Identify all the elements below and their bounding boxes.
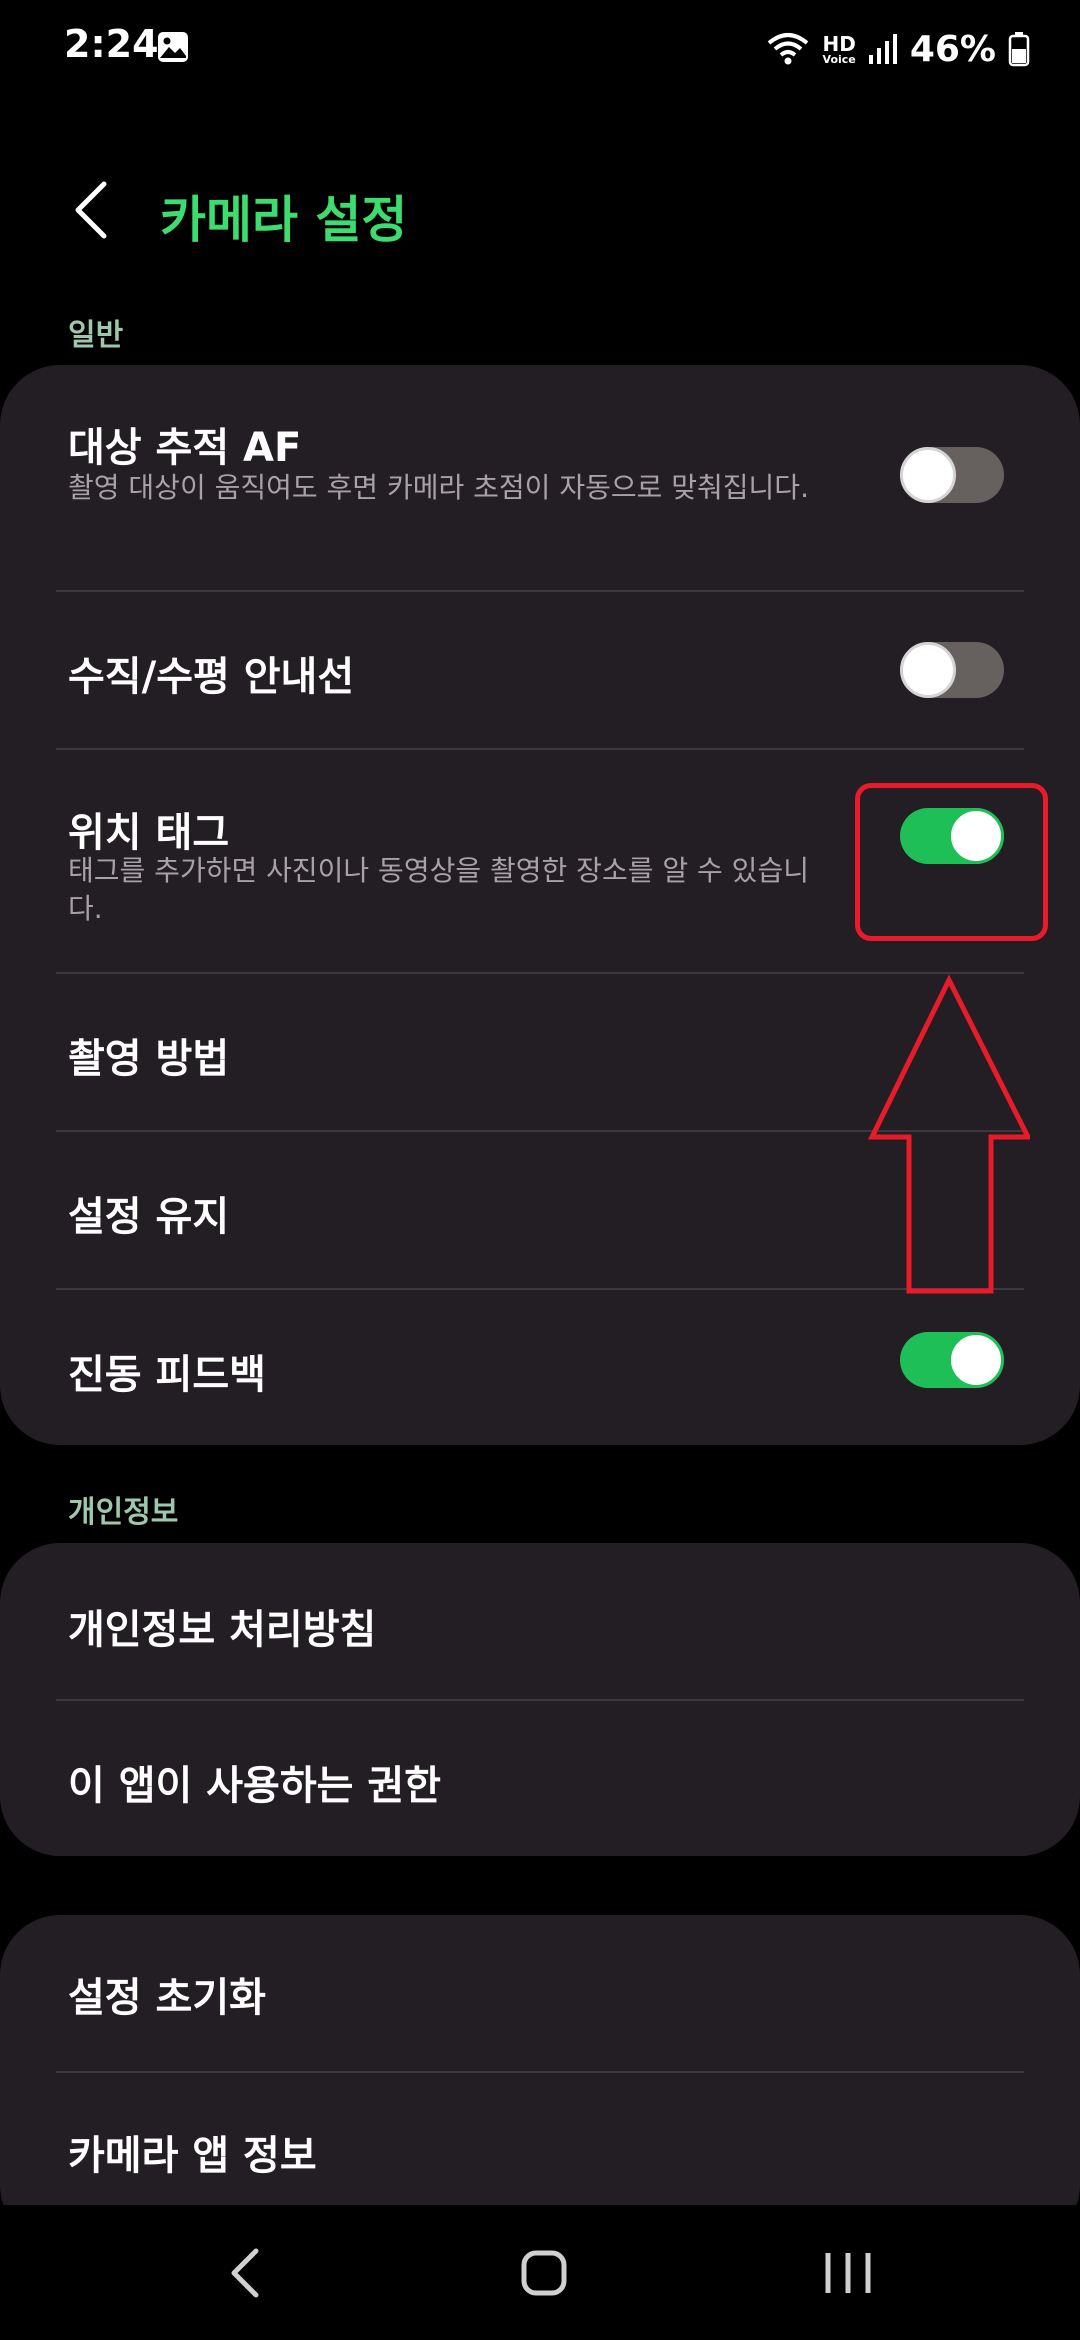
vibration-feedback-toggle[interactable]: [900, 1332, 1004, 1388]
gallery-icon: [158, 32, 188, 62]
setting-title: 이 앱이 사용하는 권한: [68, 1763, 441, 1809]
setting-title: 카메라 앱 정보: [68, 2133, 317, 2179]
setting-title: 설정 초기화: [68, 1975, 266, 2021]
voice-label: Voice: [822, 52, 856, 66]
other-settings-card: 설정 초기화 카메라 앱 정보: [0, 1915, 1080, 2245]
setting-privacy-policy[interactable]: 개인정보 처리방침: [0, 1543, 1080, 1699]
status-icons: HD Voice 46%: [766, 24, 1030, 74]
tracking-af-toggle[interactable]: [900, 447, 1004, 503]
signal-icon: [868, 34, 897, 64]
hd-voice-indicator: HD Voice: [822, 34, 855, 65]
annotation-arrow-up-icon: [867, 975, 1030, 1294]
status-bar: 2:24 HD Voice 46%: [0, 0, 1080, 100]
section-label-general: 일반: [68, 318, 124, 353]
guide-lines-toggle[interactable]: [900, 642, 1004, 698]
toggle-knob: [900, 447, 956, 503]
page-title: 카메라 설정: [160, 191, 408, 249]
wifi-icon: [768, 33, 809, 65]
chevron-left-icon[interactable]: [62, 178, 122, 242]
setting-description: 촬영 대상이 움직여도 후면 카메라 초점이 자동으로 맞춰집니다.: [68, 471, 809, 504]
back-nav-icon[interactable]: [206, 2235, 286, 2311]
setting-title: 개인정보 처리방침: [68, 1607, 377, 1653]
setting-vibration-feedback[interactable]: 진동 피드백: [0, 1290, 1080, 1445]
annotation-highlight-box: [855, 783, 1048, 941]
hd-label: HD: [822, 31, 856, 56]
navigation-bar: [0, 2205, 1080, 2340]
home-nav-icon[interactable]: [504, 2235, 584, 2311]
toggle-knob: [948, 1332, 1004, 1388]
status-time: 2:24: [64, 22, 159, 66]
camera-settings-screen: 2:24 HD Voice 46% 카메라 설정 일반 대상 추적 AF 촬영 …: [0, 0, 1080, 2340]
setting-title: 진동 피드백: [68, 1352, 266, 1398]
setting-title: 위치 태그: [68, 810, 230, 856]
setting-title: 설정 유지: [68, 1194, 230, 1240]
setting-app-permissions[interactable]: 이 앱이 사용하는 권한: [0, 1701, 1080, 1856]
setting-guide-lines[interactable]: 수직/수평 안내선: [0, 592, 1080, 748]
privacy-settings-card: 개인정보 처리방침 이 앱이 사용하는 권한: [0, 1543, 1080, 1856]
setting-tracking-af[interactable]: 대상 추적 AF 촬영 대상이 움직여도 후면 카메라 초점이 자동으로 맞춰집…: [0, 365, 1080, 590]
recents-nav-icon[interactable]: [808, 2235, 888, 2311]
section-label-privacy: 개인정보: [68, 1495, 179, 1530]
setting-reset[interactable]: 설정 초기화: [0, 1915, 1080, 2071]
setting-title: 수직/수평 안내선: [68, 654, 355, 700]
battery-percent: 46%: [909, 28, 996, 70]
setting-description: 태그를 추가하면 사진이나 동영상을 촬영한 장소를 알 수 있습니다.: [68, 854, 809, 925]
app-header: 카메라 설정: [0, 160, 1080, 260]
toggle-knob: [900, 642, 956, 698]
battery-icon: [1008, 32, 1030, 67]
setting-title: 촬영 방법: [68, 1036, 230, 1082]
setting-title: 대상 추적 AF: [68, 425, 302, 471]
